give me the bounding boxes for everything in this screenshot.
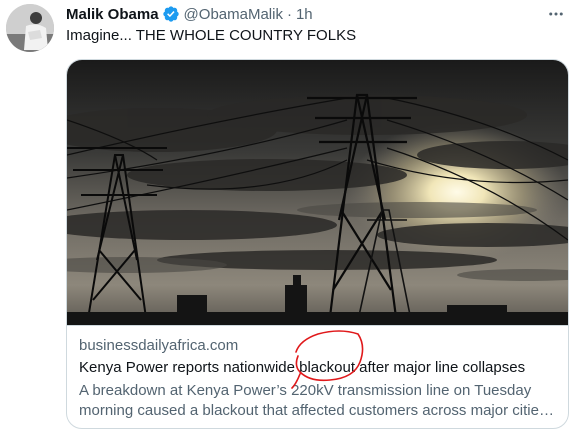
card-title: Kenya Power reports nationwide blackout … [79,359,526,376]
verified-badge-icon [162,5,180,23]
card-domain: businessdailyafrica.com [79,337,239,354]
avatar-photo [6,4,54,52]
card-image[interactable] [67,60,568,325]
timestamp[interactable]: 1h [296,6,313,23]
separator-dot: · [286,5,292,23]
avatar[interactable] [6,4,54,52]
card-description: A breakdown at Kenya Power’s 220kV trans… [79,382,554,419]
more-options-icon [549,12,563,16]
tweet[interactable]: Malik Obama @ObamaMalik · 1h Imagine... … [0,0,576,436]
more-options-button[interactable] [544,2,568,26]
author-name[interactable]: Malik Obama [66,6,159,23]
power-lines-photo [67,60,568,325]
card-text[interactable]: businessdailyafrica.com Kenya Power repo… [67,325,568,428]
link-card[interactable]: businessdailyafrica.com Kenya Power repo… [66,59,569,429]
tweet-text: Imagine... THE WHOLE COUNTRY FOLKS [66,27,357,44]
author-handle[interactable]: @ObamaMalik [184,6,283,23]
tweet-header: Malik Obama @ObamaMalik · 1h [66,4,313,24]
